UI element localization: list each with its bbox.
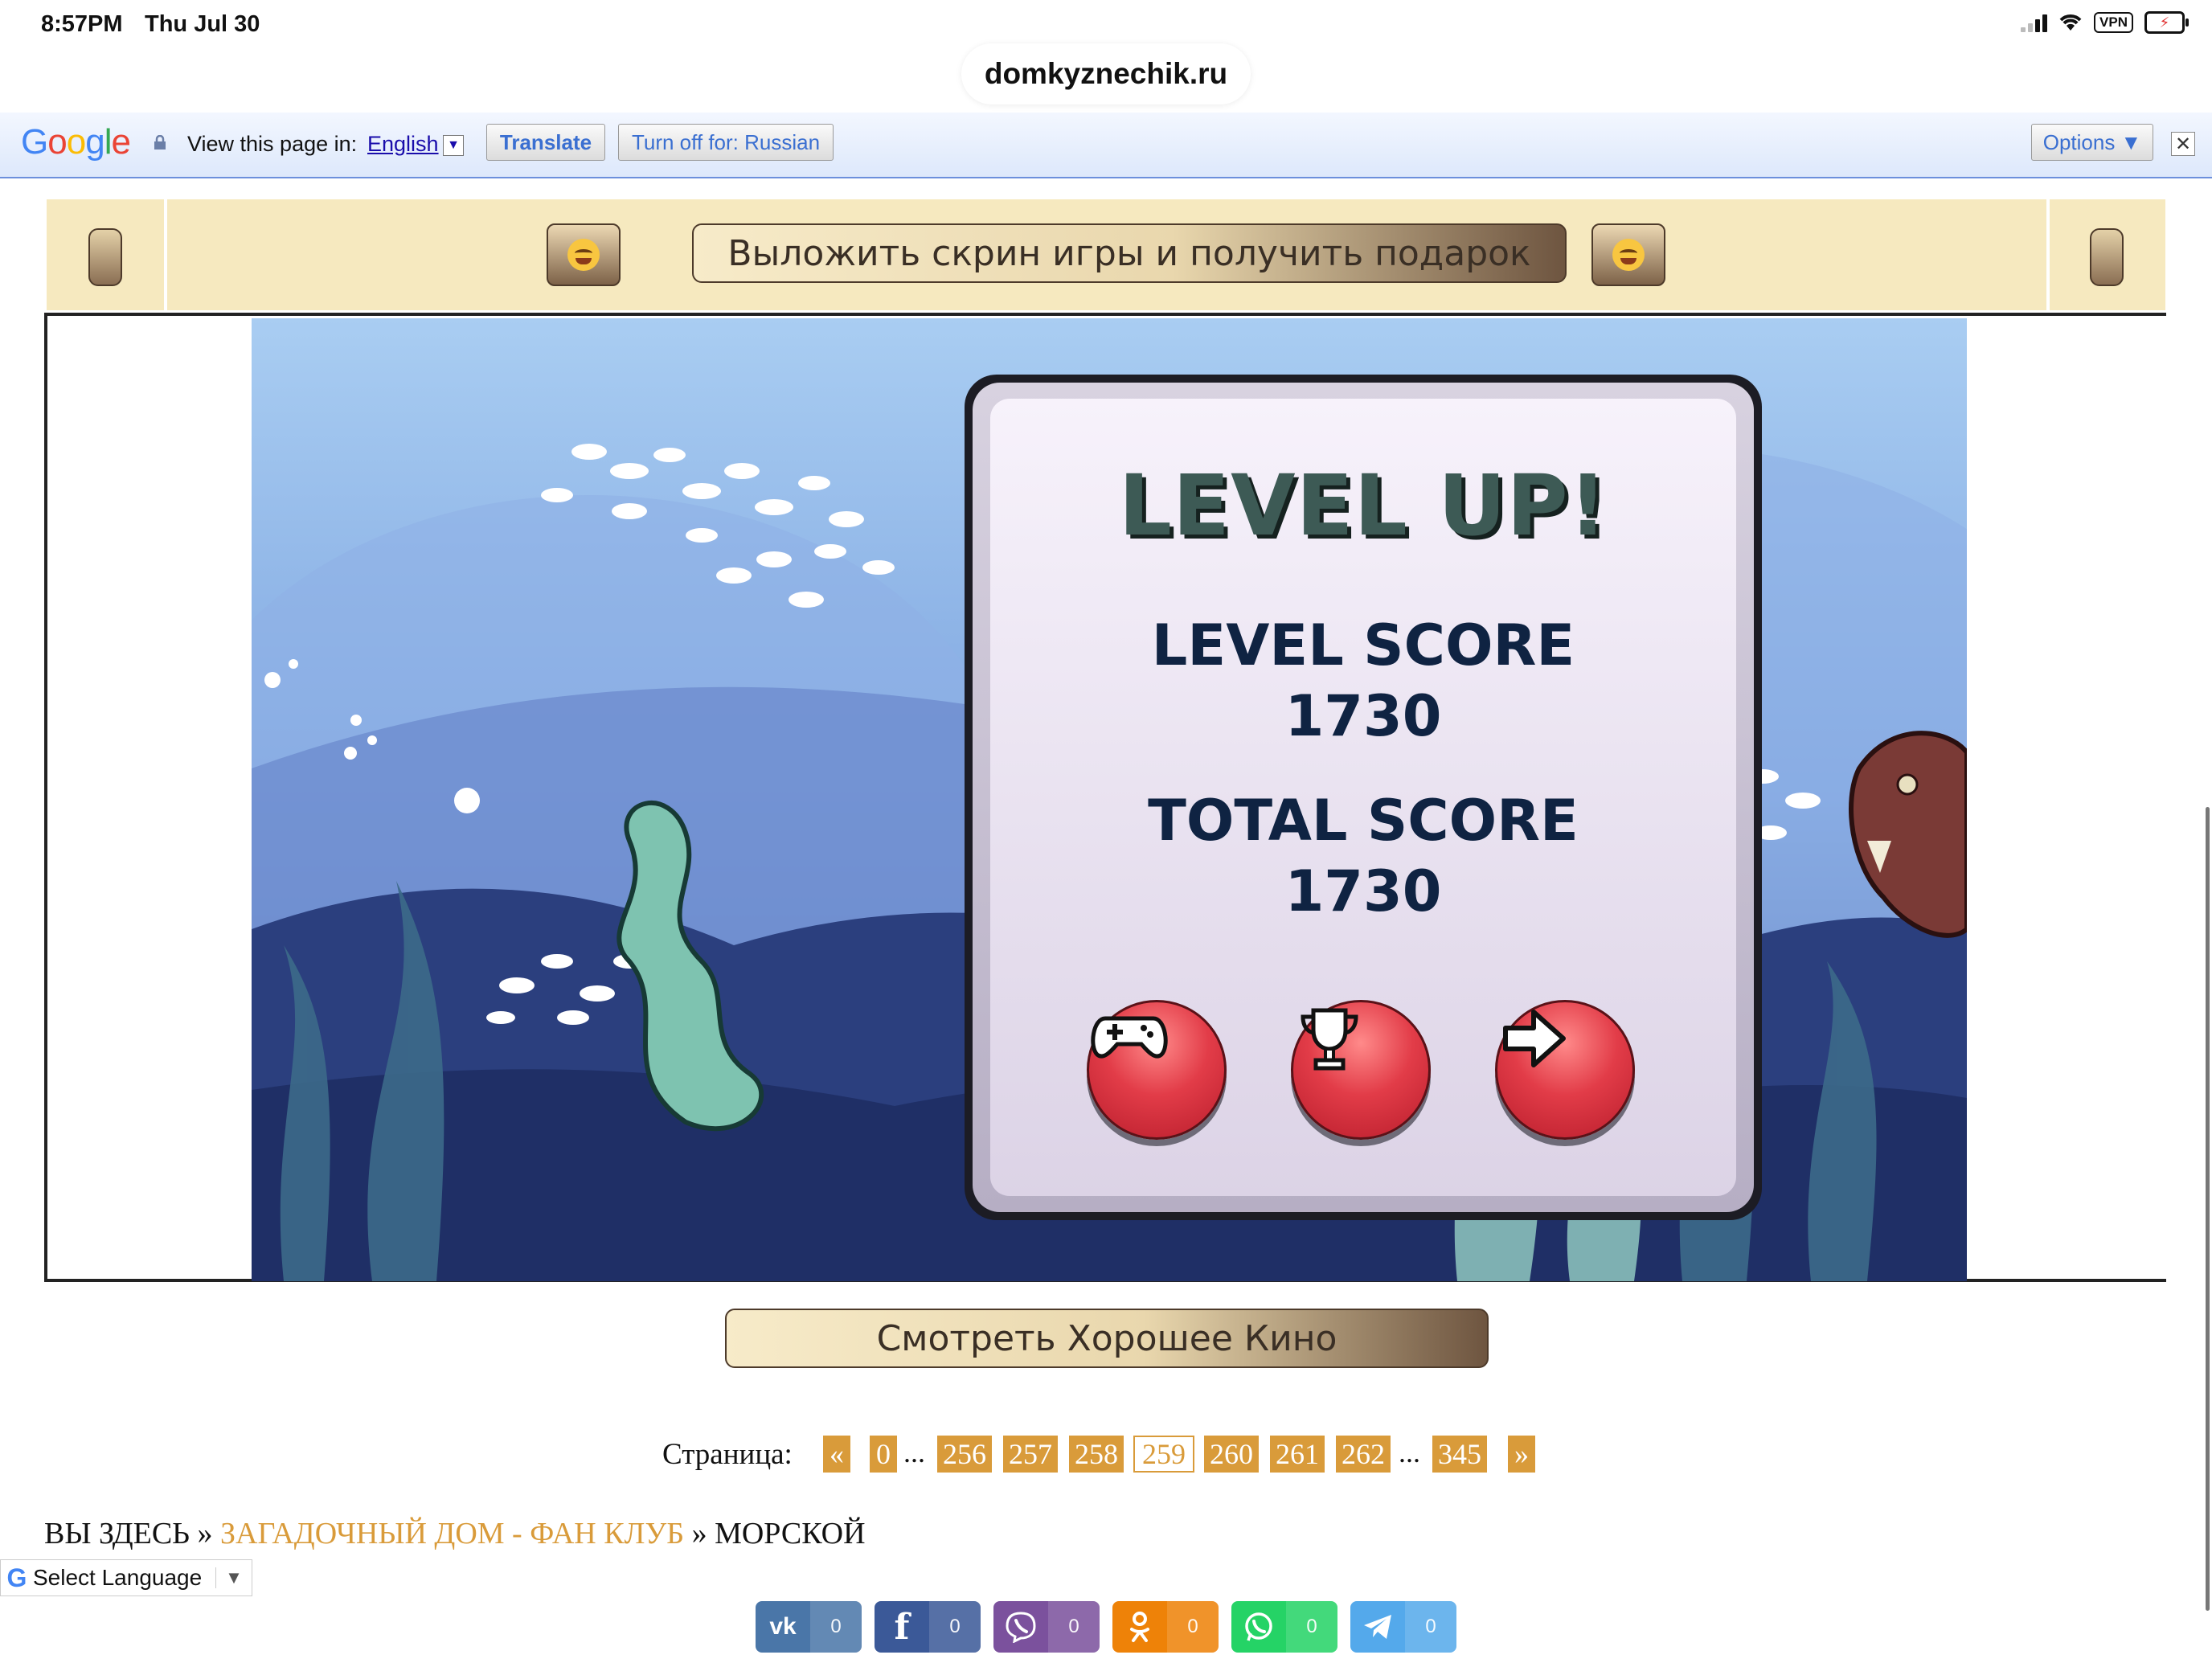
pagination-page[interactable]: 260 bbox=[1204, 1436, 1259, 1473]
arrow-right-icon bbox=[1503, 1010, 1566, 1067]
pagination-next[interactable]: » bbox=[1508, 1436, 1535, 1473]
banner-divider bbox=[2046, 199, 2050, 310]
next-level-button[interactable] bbox=[1495, 1000, 1635, 1140]
share-count: 0 bbox=[1405, 1601, 1456, 1653]
share-odnoklassniki-button[interactable]: 0 bbox=[1112, 1601, 1219, 1653]
wifi-icon bbox=[2059, 14, 2082, 31]
translate-language-link[interactable]: English bbox=[367, 132, 439, 157]
translate-prompt: View this page in: bbox=[187, 132, 358, 156]
level-up-dialog: LEVEL UP! LEVEL SCORE 1730 TOTAL SCORE 1… bbox=[965, 375, 1762, 1220]
facebook-icon: f bbox=[894, 1606, 910, 1648]
share-telegram-button[interactable]: 0 bbox=[1350, 1601, 1456, 1653]
cellular-signal-icon bbox=[2021, 13, 2048, 32]
banner-divider bbox=[164, 199, 167, 310]
hugging-emoji-button[interactable] bbox=[547, 223, 621, 286]
share-count: 0 bbox=[1048, 1601, 1100, 1653]
level-score-value: 1730 bbox=[1284, 683, 1442, 749]
pagination-prev[interactable]: « bbox=[823, 1436, 850, 1473]
translate-button[interactable]: Translate bbox=[486, 124, 605, 161]
pagination-last[interactable]: 345 bbox=[1432, 1436, 1487, 1473]
pagination-page[interactable]: 256 bbox=[937, 1436, 992, 1473]
leaderboard-button[interactable] bbox=[1291, 1000, 1431, 1140]
share-viber-button[interactable]: 0 bbox=[993, 1601, 1100, 1653]
share-count: 0 bbox=[810, 1601, 862, 1653]
pagination-ellipsis: ... bbox=[1399, 1436, 1420, 1469]
breadcrumb-current: МОРСКОЙ bbox=[715, 1517, 866, 1550]
trophy-icon bbox=[1301, 1008, 1358, 1071]
play-again-button[interactable] bbox=[1087, 1000, 1227, 1140]
pagination-page[interactable]: 257 bbox=[1003, 1436, 1058, 1473]
breadcrumb-link-fan-club[interactable]: ЗАГАДОЧНЫЙ ДОМ - ФАН КЛУБ bbox=[220, 1517, 684, 1550]
vpn-badge: VPN bbox=[2094, 12, 2133, 33]
telegram-icon bbox=[1350, 1601, 1405, 1653]
share-count: 0 bbox=[1167, 1601, 1219, 1653]
breadcrumb: ВЫ ЗДЕСЬ » ЗАГАДОЧНЫЙ ДОМ - ФАН КЛУБ » М… bbox=[44, 1516, 866, 1551]
google-logo: Google bbox=[21, 122, 131, 162]
chevron-down-icon: ▼ bbox=[215, 1567, 252, 1588]
language-dropdown-icon[interactable]: ▼ bbox=[443, 135, 464, 156]
pagination-page[interactable]: 258 bbox=[1069, 1436, 1124, 1473]
viber-icon bbox=[993, 1601, 1048, 1653]
select-language-dropdown[interactable]: G Select Language ▼ bbox=[0, 1559, 252, 1596]
gamepad-icon bbox=[1091, 1016, 1168, 1059]
share-count: 0 bbox=[929, 1601, 981, 1653]
breadcrumb-separator: » bbox=[691, 1517, 707, 1550]
watch-movie-button[interactable]: Смотреть Хорошее Кино bbox=[725, 1309, 1489, 1368]
share-vk-button[interactable]: vk 0 bbox=[756, 1601, 862, 1653]
status-date: Thu Jul 30 bbox=[145, 11, 260, 37]
vk-icon: vk bbox=[769, 1613, 797, 1640]
hugging-face-icon bbox=[1612, 239, 1645, 271]
pagination-first[interactable]: 0 bbox=[870, 1436, 897, 1473]
promo-banner: Выложить скрин игры и получить подарок bbox=[47, 199, 2165, 310]
status-icons: VPN ⚡ bbox=[2021, 11, 2189, 34]
close-translate-bar-button[interactable]: ✕ bbox=[2171, 132, 2195, 156]
banner-right-handle bbox=[2090, 228, 2124, 286]
battery-charging-icon: ⚡ bbox=[2144, 11, 2189, 34]
breadcrumb-you-are-here: ВЫ ЗДЕСЬ bbox=[44, 1517, 190, 1550]
pagination-label: Страница: bbox=[662, 1438, 793, 1471]
level-up-title: LEVEL UP! bbox=[1118, 457, 1608, 555]
address-bar[interactable]: domkyznechik.ru bbox=[961, 43, 1251, 104]
whatsapp-icon bbox=[1231, 1601, 1286, 1653]
share-facebook-button[interactable]: f 0 bbox=[875, 1601, 981, 1653]
pagination-ellipsis: ... bbox=[903, 1436, 925, 1469]
banner-left-handle bbox=[88, 228, 122, 286]
lock-icon bbox=[154, 135, 166, 150]
turn-off-translation-button[interactable]: Turn off for: Russian bbox=[618, 124, 834, 161]
post-screenshot-gift-button[interactable]: Выложить скрин игры и получить подарок bbox=[692, 223, 1567, 283]
game-canvas[interactable]: LEVEL UP! LEVEL SCORE 1730 TOTAL SCORE 1… bbox=[252, 318, 1967, 1281]
breadcrumb-separator: » bbox=[197, 1517, 213, 1550]
status-time: 8:57PM bbox=[41, 11, 123, 37]
share-count: 0 bbox=[1286, 1601, 1337, 1653]
translate-options-button[interactable]: Options ▼ bbox=[2031, 124, 2153, 161]
pagination-page[interactable]: 261 bbox=[1270, 1436, 1325, 1473]
select-language-label: Select Language bbox=[33, 1565, 203, 1590]
total-score-value: 1730 bbox=[1284, 858, 1442, 924]
pagination-page[interactable]: 262 bbox=[1336, 1436, 1391, 1473]
pagination-current-page: 259 bbox=[1133, 1436, 1194, 1473]
page-scrollbar[interactable] bbox=[2206, 807, 2210, 1611]
hugging-face-icon bbox=[567, 239, 600, 271]
google-translate-bar: Google View this page in: English ▼ Tran… bbox=[0, 113, 2212, 178]
odnoklassniki-icon bbox=[1112, 1601, 1167, 1653]
hugging-emoji-button[interactable] bbox=[1591, 223, 1665, 286]
level-score-label: LEVEL SCORE bbox=[1151, 612, 1575, 678]
share-whatsapp-button[interactable]: 0 bbox=[1231, 1601, 1337, 1653]
total-score-label: TOTAL SCORE bbox=[1148, 788, 1579, 854]
google-g-icon: G bbox=[6, 1563, 27, 1592]
